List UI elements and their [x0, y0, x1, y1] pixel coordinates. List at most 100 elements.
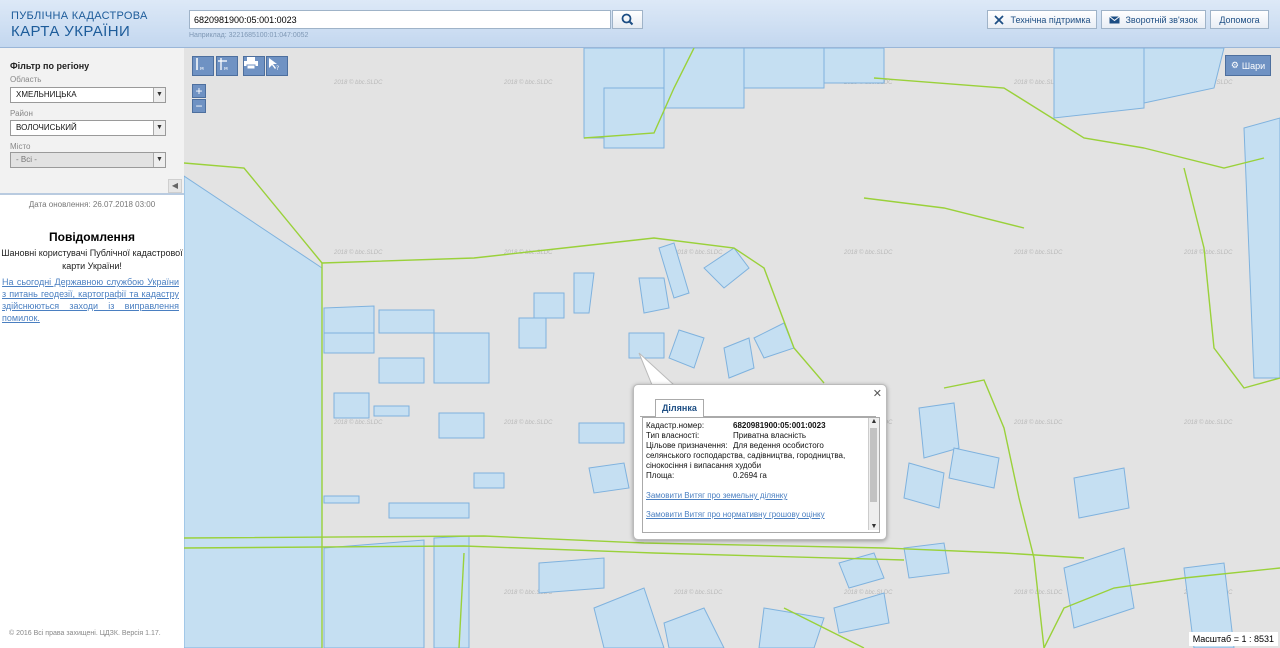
map-watermark: 2018 © bbc.SLDC: [1183, 419, 1233, 426]
chevron-down-icon[interactable]: ▼: [869, 523, 879, 530]
sidebar: Фільтр по регіону Область ХМЕЛЬНИЦЬКА ▼ …: [0, 48, 184, 648]
tab-parcel[interactable]: Ділянка: [655, 399, 704, 417]
chevron-down-icon: ▼: [153, 121, 165, 135]
order-extract-link[interactable]: Замовити Витяг про земельну ділянку: [646, 491, 787, 500]
parcel: [753, 322, 795, 359]
region-select[interactable]: ХМЕЛЬНИЦЬКА ▼: [10, 87, 166, 103]
parcel: [1243, 117, 1280, 379]
parcel: [184, 175, 323, 648]
ownership-value: Приватна власність: [733, 431, 807, 440]
parcel: [538, 557, 605, 594]
print-button[interactable]: [243, 56, 265, 76]
layers-label: Шари: [1241, 60, 1266, 71]
parcel: [628, 332, 665, 359]
district-label: Район: [10, 109, 33, 118]
parcel: [433, 535, 470, 648]
parcel: [903, 542, 950, 579]
scroll-thumb[interactable]: [870, 428, 877, 502]
parcel: [948, 447, 1000, 489]
map-watermark: 2018 © bbc.SLDC: [1013, 419, 1063, 426]
parcel: [638, 277, 670, 314]
zoom-out-button[interactable]: −: [192, 99, 206, 113]
district-select[interactable]: ВОЛОЧИСЬКИЙ ▼: [10, 120, 166, 136]
parcel: [593, 587, 665, 648]
city-value: - Всі -: [16, 155, 37, 164]
parcel: [433, 332, 490, 384]
parcel: [663, 607, 725, 648]
update-date: Дата оновлення: 26.07.2018 03:00: [28, 200, 156, 209]
row-label: Цільове призначення:: [646, 441, 728, 450]
parcel: [578, 422, 625, 444]
cadastral-search-input[interactable]: [189, 10, 611, 29]
parcel: [833, 592, 890, 634]
map-watermark: 2018 © bbc.SLDC: [503, 79, 553, 86]
svg-text:?: ?: [276, 65, 279, 71]
parcel: [438, 412, 485, 439]
search-icon: [621, 13, 634, 26]
map-watermark: 2018 © bbc.SLDC: [1013, 249, 1063, 256]
cursor-question-icon: ?: [269, 58, 279, 71]
collapse-sidebar-button[interactable]: ◀: [168, 179, 182, 193]
parcel: [723, 337, 755, 379]
parcels: [184, 48, 1280, 648]
parcel-info-popup: ✕ Ділянка Кадастр.номер: 6820981900:05:0…: [633, 384, 887, 540]
ruler-line-tool[interactable]: м: [192, 56, 214, 76]
search-button[interactable]: [612, 10, 643, 29]
support-button[interactable]: Технічна підтримка: [987, 10, 1097, 29]
map-canvas[interactable]: 2018 © bbc.SLDC 2018 © bbc.SLDC 2018 © bbc…: [184, 48, 1280, 648]
map-layer[interactable]: 2018 © bbc.SLDC 2018 © bbc.SLDC 2018 © bbc…: [184, 48, 1280, 648]
popup-tabs: Ділянка: [640, 399, 876, 417]
popup-body: Кадастр.номер: 6820981900:05:001:0023 Ти…: [642, 417, 880, 533]
parcel: [903, 462, 945, 509]
region-filter-panel: Фільтр по регіону Область ХМЕЛЬНИЦЬКА ▼ …: [0, 48, 184, 195]
scale-indicator: Масштаб = 1 : 8531: [1188, 632, 1278, 646]
map-watermark: 2018 © bbc.SLDC: [673, 589, 723, 596]
zoom-in-button[interactable]: +: [192, 84, 206, 98]
parcel: [743, 48, 825, 89]
help-label: Допомога: [1219, 14, 1260, 25]
parcel: [533, 292, 565, 319]
layers-button[interactable]: ⚙ Шари: [1225, 55, 1271, 76]
row-label: Кадастр.номер:: [646, 421, 705, 430]
chevron-up-icon[interactable]: ▲: [869, 418, 879, 425]
parcel: [323, 332, 375, 354]
identify-tool[interactable]: ?: [266, 56, 288, 76]
chevron-down-icon: ▼: [153, 153, 165, 167]
feedback-button[interactable]: Зворотній зв'язок: [1101, 10, 1206, 29]
help-button[interactable]: Допомога: [1210, 10, 1269, 29]
svg-text:м: м: [200, 66, 204, 71]
popup-scrollbar[interactable]: ▲ ▼: [868, 418, 879, 530]
notice-link[interactable]: На сьогодні Державною службою України з …: [2, 276, 179, 324]
site-logo[interactable]: ПУБЛІЧНА КАДАСТРОВА КАРТА УКРАЇНИ: [11, 11, 148, 40]
brand-line2: КАРТА УКРАЇНИ: [11, 23, 131, 40]
map-watermark: 2018 © bbc.SLDC: [333, 249, 383, 256]
svg-text:м: м: [224, 66, 228, 71]
map-watermark: 2018 © bbc.SLDC: [333, 79, 383, 86]
parcel: [518, 317, 547, 349]
parcel: [758, 607, 825, 648]
gear-icon: ⚙: [1230, 60, 1239, 70]
parcel: [473, 472, 505, 489]
parcel: [918, 402, 960, 459]
parcel: [603, 87, 665, 149]
tools-icon: [994, 14, 1005, 25]
city-select[interactable]: - Всі - ▼: [10, 152, 166, 168]
chevron-down-icon: ▼: [153, 88, 165, 102]
parcel: [378, 309, 435, 334]
ruler-area-tool[interactable]: м: [216, 56, 238, 76]
parcel: [588, 462, 630, 494]
parcel: [1143, 48, 1225, 104]
cadastral-number-value: 6820981900:05:001:0023: [733, 421, 826, 430]
parcel: [323, 495, 360, 504]
parcel: [1073, 467, 1130, 519]
map-watermark: 2018 © bbc.SLDC: [843, 249, 893, 256]
parcel: [1063, 547, 1135, 629]
search-example: Наприклад: 3221685100:01:047:0052: [189, 32, 309, 39]
parcel: [573, 272, 595, 314]
envelope-icon: [1109, 15, 1121, 23]
purpose-continuation: селянського господарства, садівництва, г…: [646, 451, 846, 460]
order-valuation-link[interactable]: Замовити Витяг про нормативну грошову оц…: [646, 510, 825, 519]
parcel: [323, 539, 425, 648]
parcel: [323, 305, 375, 334]
purpose-value: Для ведення особистого: [733, 441, 824, 450]
